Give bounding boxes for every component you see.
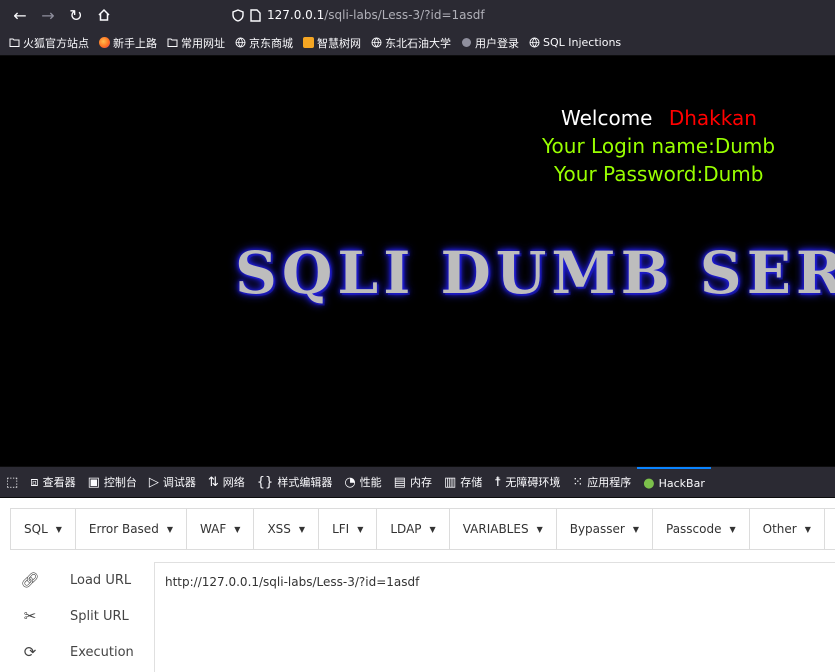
load-url-button[interactable]: 🔗︎ Load URL — [10, 562, 148, 598]
home-icon — [98, 8, 110, 21]
menu-variables[interactable]: VARIABLES ▼ — [450, 509, 557, 549]
debugger-icon: ▷ — [148, 474, 159, 490]
hackbar-icon: ● — [643, 475, 655, 491]
caret-down-icon: ▼ — [429, 524, 436, 534]
address-bar[interactable]: 127.0.0.1/sqli-labs/Less-3/?id=1asdf — [232, 5, 485, 25]
home-button[interactable] — [92, 3, 116, 27]
hackbar-panel: SQL ▼ Error Based ▼ WAF ▼ XSS ▼ LFI ▼ LDAP ▼ V… — [0, 498, 835, 672]
globe-icon — [371, 37, 382, 48]
menu-xss[interactable]: XSS ▼ — [254, 509, 320, 549]
globe-icon — [235, 37, 246, 48]
inspector-icon: ⧈ — [30, 474, 39, 490]
caret-down-icon: ▼ — [298, 524, 306, 534]
globe-icon — [462, 38, 471, 47]
forward-button[interactable]: → — [36, 3, 60, 27]
hackbar-actions: 🔗︎ Load URL ✂ Split URL ⟳ Execution — [10, 562, 148, 670]
shield-icon — [232, 8, 244, 22]
url-path: /sqli-labs/Less-3/?id=1asdf — [324, 8, 485, 22]
menu-sql[interactable]: SQL ▼ — [11, 509, 76, 549]
bookmark-jd[interactable]: 京东商城 — [235, 35, 293, 51]
tab-storage[interactable]: ▥ 存储 — [438, 467, 488, 497]
welcome-label: Welcome — [561, 106, 653, 130]
welcome-name: Dhakkan — [668, 106, 757, 130]
firefox-icon — [99, 37, 110, 48]
execution-button[interactable]: ⟳ Execution — [10, 634, 148, 670]
menu-error-based[interactable]: Error Based ▼ — [76, 509, 187, 549]
page-icon — [250, 8, 261, 22]
tab-console[interactable]: ▣ 控制台 — [82, 467, 143, 497]
bookmark-getting-started[interactable]: 新手上路 — [99, 35, 157, 51]
reload-button[interactable]: ↻ — [64, 3, 88, 27]
zhihuishu-icon — [303, 37, 314, 48]
bookmark-zhihuishu[interactable]: 智慧树网 — [303, 35, 361, 51]
browser-toolbar: ← → ↻ 127.0.0.1/sqli-labs/Less-3/?id=1as… — [0, 0, 835, 30]
folder-icon — [167, 38, 178, 47]
folder-icon — [9, 38, 20, 47]
performance-icon: ◔ — [344, 474, 356, 490]
console-icon: ▣ — [87, 474, 100, 490]
tab-memory[interactable]: ▤ 内存 — [388, 467, 438, 497]
tab-style-editor[interactable]: {} 样式编辑器 — [251, 467, 339, 497]
split-url-button[interactable]: ✂ Split URL — [10, 598, 148, 634]
menu-passcode[interactable]: Passcode ▼ — [653, 509, 750, 549]
url-host: 127.0.0.1 — [267, 8, 325, 22]
devtools-tabbar: ⬚ ⧈ 查看器 ▣ 控制台 ▷ 调试器 ⇅ 网络 {} 样式编辑器 ◔ 性能 ▤ 内存 ▥ 存储… — [0, 466, 835, 498]
caret-down-icon: ▼ — [632, 524, 639, 534]
bookmark-sql-injections[interactable]: SQL Injections — [529, 36, 621, 49]
login-name-line: Your Login name:Dumb — [542, 134, 776, 158]
style-editor-icon: {} — [256, 474, 274, 490]
arrow-left-icon: ← — [13, 5, 27, 25]
welcome-line: Welcome Dhakkan — [561, 106, 757, 130]
caret-down-icon: ▼ — [729, 524, 736, 534]
menu-waf[interactable]: WAF ▼ — [187, 509, 255, 549]
tab-network[interactable]: ⇅ 网络 — [202, 467, 251, 497]
caret-down-icon: ▼ — [234, 524, 241, 534]
tab-picker[interactable]: ⬚ — [0, 467, 24, 497]
execute-icon: ⟳ — [23, 643, 37, 661]
reload-icon: ↻ — [69, 5, 83, 25]
tab-debugger[interactable]: ▷ 调试器 — [143, 467, 202, 497]
tab-accessibility[interactable]: ☨ 无障碍环境 — [488, 467, 566, 497]
password-line: Your Password:Dumb — [554, 162, 764, 186]
link-icon: 🔗︎ — [20, 571, 40, 589]
caret-down-icon: ▼ — [357, 524, 364, 534]
scissors-icon: ✂ — [23, 607, 37, 625]
tab-hackbar[interactable]: ● HackBar — [637, 467, 711, 497]
bookmark-nepu[interactable]: 东北石油大学 — [371, 35, 451, 51]
tab-performance[interactable]: ◔ 性能 — [338, 467, 387, 497]
caret-down-icon: ▼ — [536, 524, 543, 534]
menu-bypasser[interactable]: Bypasser ▼ — [557, 509, 653, 549]
bookmark-firefox-official[interactable]: 火狐官方站点 — [9, 35, 89, 51]
caret-down-icon: ▼ — [55, 524, 62, 534]
hackbar-menu: SQL ▼ Error Based ▼ WAF ▼ XSS ▼ LFI ▼ LDAP ▼ V… — [10, 508, 835, 550]
url-textarea[interactable]: http://127.0.0.1/sqli-labs/Less-3/?id=1a… — [154, 562, 835, 672]
memory-icon: ▤ — [393, 474, 406, 490]
globe-icon — [529, 37, 540, 48]
menu-ldap[interactable]: LDAP ▼ — [377, 509, 450, 549]
menu-other[interactable]: Other ▼ — [750, 509, 825, 549]
arrow-right-icon: → — [41, 5, 55, 25]
back-button[interactable]: ← — [8, 3, 32, 27]
bookmark-user-login[interactable]: 用户登录 — [461, 35, 519, 51]
bookmark-common-sites[interactable]: 常用网址 — [167, 35, 225, 51]
tab-application[interactable]: ⁙ 应用程序 — [566, 467, 637, 497]
picker-icon: ⬚ — [6, 474, 19, 490]
caret-down-icon: ▼ — [804, 524, 811, 534]
bookmarks-bar: 火狐官方站点 新手上路 常用网址 京东商城 智慧树网 东北石油大学 用户登录 S… — [0, 30, 835, 56]
caret-down-icon: ▼ — [166, 524, 173, 534]
accessibility-icon: ☨ — [494, 474, 502, 490]
page-content: Welcome Dhakkan Your Login name:Dumb You… — [0, 56, 835, 466]
storage-icon: ▥ — [443, 474, 457, 490]
menu-lfi[interactable]: LFI ▼ — [319, 509, 378, 549]
network-icon: ⇅ — [207, 474, 219, 490]
banner-title: SQLI DUMB SERIES — [235, 239, 835, 307]
tab-inspector[interactable]: ⧈ 查看器 — [24, 467, 81, 497]
application-icon: ⁙ — [572, 474, 584, 490]
